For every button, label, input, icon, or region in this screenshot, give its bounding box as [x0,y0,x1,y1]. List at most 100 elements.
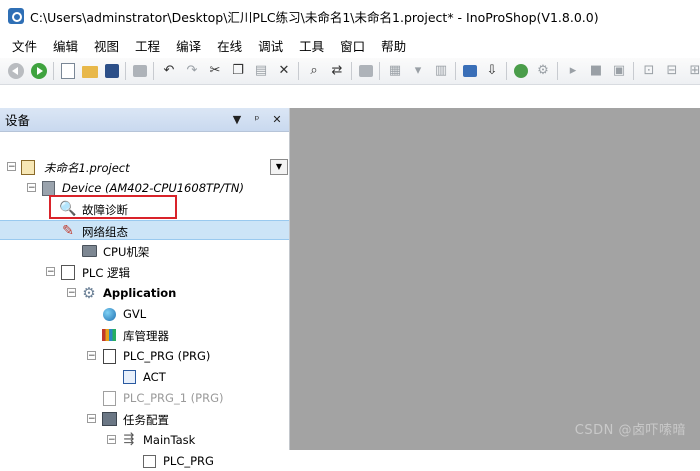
tree-item-label: 网络组态 [82,225,128,239]
menu-file[interactable]: 文件 [6,36,42,55]
dropdown-icon[interactable]: ▾ [410,63,426,79]
tree-item-label: Application [103,286,177,300]
tree-item-act[interactable]: ACT [0,367,289,387]
download-icon[interactable] [463,65,477,77]
tree-item-network-config[interactable]: ✎ 网络组态 [0,220,289,240]
tree-item-label: PLC_PRG_1 (PRG) [123,391,224,405]
tree-item-diagnosis[interactable]: 🔍 故障诊断 [0,199,289,219]
devices-pane: 设备 ▼ ᵖ ✕ − 未命名1.project ▼ − Device (AM40… [0,108,290,468]
collapse-icon[interactable]: − [87,351,96,361]
save-icon[interactable] [105,64,119,78]
tree-item-label: MainTask [143,433,196,447]
open-icon[interactable] [82,66,98,78]
toolbar-separator [557,62,558,80]
run-icon[interactable]: ⚙ [535,63,551,79]
toolbar-separator [506,62,507,80]
tree-item-device[interactable]: − Device (AM402-CPU1608TP/TN) [0,178,289,198]
watermark: CSDN @卤吓嗦暗 [574,423,686,438]
program-call-icon [141,453,157,469]
new-icon[interactable] [61,63,75,79]
redo-icon[interactable]: ↷ [184,63,200,79]
tree-item-label: PLC_PRG [163,454,214,468]
login-icon[interactable]: ⇩ [484,63,500,79]
tree-item-label: PLC_PRG (PRG) [123,349,211,363]
maintask-icon: ⇶ [123,432,135,447]
breakpoint-icon[interactable]: ⊟ [664,63,680,79]
project-icon [20,159,36,175]
application-icon: ⚙ [82,284,96,302]
pane-controls: ▼ ᵖ ✕ [225,113,285,126]
copy-icon[interactable]: ❐ [230,63,246,79]
library-manager-icon [101,327,117,343]
close-icon[interactable]: ✕ [269,113,285,126]
tree-item-label: 故障诊断 [82,203,128,217]
program-icon [101,390,117,406]
build-icon[interactable]: ▦ [387,63,403,79]
devices-pane-header: 设备 ▼ ᵖ ✕ [0,108,289,132]
toolbar-separator [125,62,126,80]
print-icon[interactable] [133,65,147,77]
forward-icon[interactable] [31,63,47,79]
toolbar-separator [153,62,154,80]
window-icon[interactable] [359,65,373,77]
tree-item-label: 任务配置 [123,413,169,427]
window-title: C:\Users\adminstrator\Desktop\汇川PLC练习\未命… [30,9,599,25]
find-icon[interactable]: ⌕ [306,63,322,79]
tree-item-label: CPU机架 [103,245,150,259]
paste-icon[interactable]: ▤ [253,63,269,79]
step-icon[interactable]: ⊞ [687,63,700,79]
tree-item-gvl[interactable]: GVL [0,304,289,324]
tree-item-application[interactable]: − ⚙ Application [0,283,289,303]
project-dropdown-button[interactable]: ▼ [270,159,288,175]
task-config-icon [101,411,117,427]
app-logo-icon [8,8,24,24]
device-icon[interactable]: ▥ [433,63,449,79]
collapse-icon[interactable]: − [46,267,55,277]
tree-item-label: ACT [143,370,166,384]
tree-item-label: 未命名1.project [44,161,130,175]
device-icon [40,180,56,196]
reset-icon[interactable]: ▣ [611,63,627,79]
menu-help[interactable]: 帮助 [375,36,411,55]
tree-item-task-config[interactable]: − 任务配置 [0,409,289,429]
menu-debug[interactable]: 调试 [252,36,288,55]
tree-item-plc-prg-1[interactable]: PLC_PRG_1 (PRG) [0,388,289,408]
undo-icon[interactable]: ↶ [161,63,177,79]
menu-online[interactable]: 在线 [211,36,247,55]
replace-icon[interactable]: ⇄ [329,63,345,79]
tree-item-label: Device (AM402-CPU1608TP/TN) [62,181,244,195]
action-icon [121,369,137,385]
tree-item-project[interactable]: − 未命名1.project ▼ [0,157,289,177]
toolbar-separator [455,62,456,80]
collapse-icon[interactable]: − [87,414,96,424]
pane-menu-icon[interactable]: ▼ [229,113,245,126]
menu-build[interactable]: 编译 [170,36,206,55]
delete-icon[interactable]: ✕ [276,63,292,79]
collapse-icon[interactable]: − [67,288,76,298]
collapse-icon[interactable]: − [7,162,16,172]
menu-edit[interactable]: 编辑 [47,36,83,55]
menu-project[interactable]: 工程 [129,36,165,55]
menu-window[interactable]: 窗口 [334,36,370,55]
tree-item-maintask[interactable]: − ⇶ MainTask [0,430,289,450]
collapse-icon[interactable]: − [107,435,116,445]
toolbar: ↶ ↷ ✂ ❐ ▤ ✕ ⌕ ⇄ ▦ ▾ ▥ ⇩ ⚙ ▸ ■ ▣ ⊡ ⊟ ⊞ [0,58,700,85]
tree-item-cpu-rack[interactable]: CPU机架 [0,241,289,261]
collapse-icon[interactable]: − [27,183,36,193]
tree-item-plc-logic[interactable]: − PLC 逻辑 [0,262,289,282]
tree-item-plc-prg[interactable]: − PLC_PRG (PRG) [0,346,289,366]
stop-icon[interactable]: ■ [588,63,604,79]
menu-tools[interactable]: 工具 [293,36,329,55]
back-icon[interactable] [8,63,24,79]
menu-view[interactable]: 视图 [88,36,124,55]
logout-icon[interactable] [514,64,528,78]
diagnosis-icon: 🔍 [59,201,77,217]
pin-icon[interactable]: ᵖ [249,113,265,126]
cut-icon[interactable]: ✂ [207,63,223,79]
tree-item-label: PLC 逻辑 [82,266,131,280]
title-bar: C:\Users\adminstrator\Desktop\汇川PLC练习\未命… [0,0,700,32]
tree-item-library-manager[interactable]: 库管理器 [0,325,289,345]
step-icon[interactable]: ⊡ [641,63,657,79]
run-icon[interactable]: ▸ [565,63,581,79]
tree-item-plc-prg-call[interactable]: PLC_PRG [0,451,289,471]
